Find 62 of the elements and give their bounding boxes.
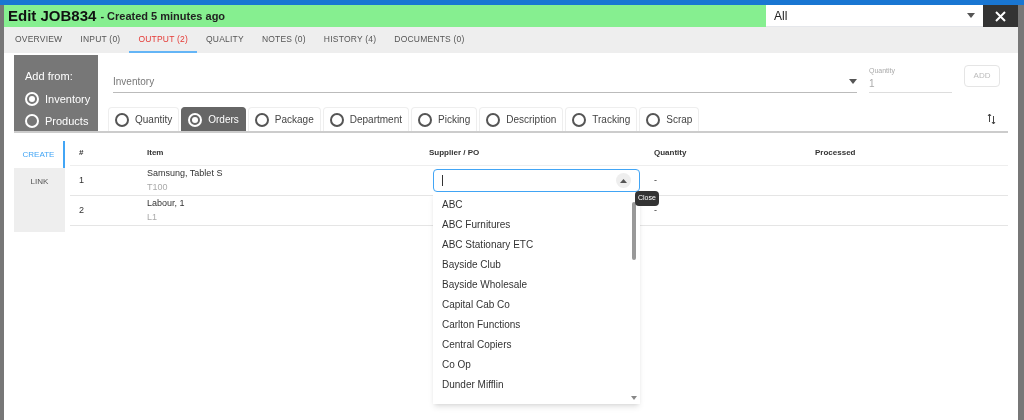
item-code: T100 — [147, 180, 169, 194]
dropdown-option[interactable]: Central Copiers — [433, 335, 632, 355]
table-cell-text: 2 — [78, 203, 85, 217]
mode-tab[interactable]: Package — [247, 107, 321, 131]
dropdown-option[interactable]: Capital Cab Co — [433, 295, 632, 315]
table-cell-text: - — [654, 203, 657, 217]
window-title: Edit JOB834 — [8, 5, 97, 26]
dropdown-option[interactable]: ABC — [433, 195, 632, 215]
sort-icon[interactable] — [987, 113, 996, 125]
column-header: Item — [147, 147, 165, 159]
close-button[interactable] — [983, 5, 1018, 27]
radio-button[interactable] — [329, 112, 344, 127]
radio-button[interactable] — [418, 112, 432, 127]
inventory-field[interactable]: Inventory — [113, 71, 857, 93]
table-cell-text: - — [654, 173, 657, 187]
caret-icon — [849, 79, 857, 84]
mode-tab[interactable]: Picking — [411, 107, 478, 131]
tab[interactable]: HISTORY (4) — [314, 27, 386, 53]
radio-button[interactable] — [486, 112, 501, 127]
column-header: Supplier / PO — [429, 147, 481, 159]
mode-tab[interactable]: Department — [322, 107, 409, 131]
tab[interactable]: OVERVIEW — [6, 27, 72, 53]
tab[interactable]: QUALITY — [197, 27, 253, 53]
radio-button[interactable] — [572, 112, 587, 127]
radio-label[interactable]: Inventory — [45, 90, 91, 107]
radio-button[interactable] — [646, 112, 661, 127]
collapse-button[interactable] — [616, 173, 631, 188]
dropdown-option[interactable]: Co Op — [433, 355, 632, 375]
column-header: Quantity — [654, 147, 688, 159]
item-name: Samsung, Tablet S — [147, 167, 224, 180]
tab[interactable]: INPUT (0) — [71, 27, 130, 53]
mode-tab[interactable]: Orders — [181, 107, 246, 131]
add-from-label: Add from: — [25, 69, 74, 84]
mode-tab[interactable]: Description — [479, 107, 564, 131]
supplier-search-field[interactable] — [433, 169, 640, 192]
tab[interactable]: OUTPUT (2) — [129, 27, 198, 53]
side-tab[interactable]: LINK — [14, 168, 65, 195]
mode-tab[interactable]: Quantity — [108, 107, 180, 131]
close-icon — [995, 10, 1006, 22]
table-cell-text: 1 — [78, 173, 85, 187]
dropdown-option[interactable]: Bayside Club — [433, 255, 632, 275]
column-header: Processed — [815, 147, 857, 159]
window-subtitle: - Created 5 minutes ago — [100, 8, 226, 24]
column-header: # — [78, 147, 85, 159]
dropdown-option[interactable]: Bayside Wholesale — [433, 275, 632, 295]
tab[interactable]: NOTES (0) — [252, 27, 315, 53]
dropdown-option[interactable]: Dunder Mifflin — [433, 375, 632, 395]
scrollbar-thumb[interactable] — [631, 202, 636, 260]
item-code: L1 — [147, 210, 158, 224]
radio-button[interactable] — [254, 112, 269, 127]
mode-tab[interactable]: Scrap — [639, 107, 700, 131]
radio-label[interactable]: Products — [45, 113, 89, 130]
dropdown-option[interactable]: Carlton Functions — [433, 315, 632, 335]
dropdown-option[interactable]: ABC Furnitures — [433, 215, 632, 235]
caret-up-icon — [620, 178, 627, 183]
scroll-down-icon[interactable] — [630, 396, 637, 400]
caret-icon — [967, 13, 975, 18]
item-name: Labour, 1 — [147, 197, 186, 210]
tab[interactable]: DOCUMENTS (0) — [385, 27, 474, 53]
radio-button[interactable] — [115, 112, 129, 127]
dropdown-option[interactable]: ABC Stationary ETC — [433, 235, 632, 255]
mode-tab[interactable]: Tracking — [565, 107, 638, 131]
